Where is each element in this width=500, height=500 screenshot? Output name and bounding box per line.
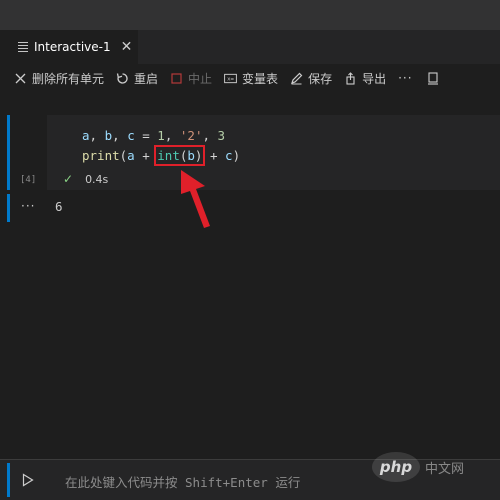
stop-icon (170, 72, 183, 85)
svg-text:x=: x= (227, 76, 234, 82)
export-icon (344, 71, 357, 85)
export-label: 导出 (362, 71, 387, 86)
restart-button[interactable]: 重启 (116, 70, 158, 87)
code-cell[interactable]: a, b, c = 1, '2', 3 print(a + int(b) + c… (47, 115, 500, 190)
interactive-toolbar: 删除所有单元 重启 中止 x= 变量表 保存 导出 ··· (0, 64, 500, 92)
export-button[interactable]: 导出 (344, 70, 386, 87)
interrupt-label: 中止 (188, 71, 213, 86)
code-line-2: print(a + int(b) + c) (82, 145, 241, 166)
edit-icon (290, 72, 303, 85)
code-input-placeholder[interactable]: 在此处键入代码并按 Shift+Enter 运行 (65, 472, 300, 491)
title-bar (0, 0, 500, 30)
output-more-icon[interactable]: ··· (21, 199, 35, 213)
cell-status: ✓ 0.4s (63, 172, 108, 186)
output-focus-indicator (7, 194, 10, 222)
file-lines-icon (18, 42, 28, 52)
input-focus-indicator (7, 463, 10, 497)
tab-bar: Interactive-1 ✕ (0, 30, 500, 64)
highlight-box: int(b) (154, 145, 206, 166)
more-actions-button[interactable]: ··· (398, 71, 412, 85)
execution-duration: 0.4s (85, 172, 109, 186)
watermark: php 中文网 (372, 452, 464, 482)
variables-label: 变量表 (242, 71, 279, 86)
execution-count: [4] (20, 175, 37, 185)
variables-button[interactable]: x= 变量表 (224, 70, 278, 87)
watermark-text: 中文网 (425, 461, 465, 477)
close-icon[interactable]: ✕ (121, 39, 133, 55)
clear-all-label: 删除所有单元 (32, 71, 105, 86)
save-button[interactable]: 保存 (290, 70, 332, 87)
close-icon (14, 72, 27, 85)
code-line-1: a, b, c = 1, '2', 3 (82, 128, 226, 143)
cell-focus-indicator (7, 115, 10, 190)
tab-interactive[interactable]: Interactive-1 ✕ (0, 30, 138, 64)
clear-all-button[interactable]: 删除所有单元 (14, 70, 104, 87)
interrupt-button[interactable]: 中止 (170, 70, 212, 87)
cell-output: 6 (55, 199, 63, 214)
panel-icon (427, 71, 440, 85)
restart-icon (116, 72, 129, 85)
panel-button[interactable] (427, 71, 445, 85)
save-label: 保存 (308, 71, 333, 86)
check-icon: ✓ (63, 172, 74, 186)
php-logo: php (372, 452, 420, 482)
run-icon[interactable] (22, 472, 34, 491)
tab-title: Interactive-1 (34, 40, 111, 54)
variables-icon: x= (224, 72, 237, 85)
restart-label: 重启 (134, 71, 159, 86)
